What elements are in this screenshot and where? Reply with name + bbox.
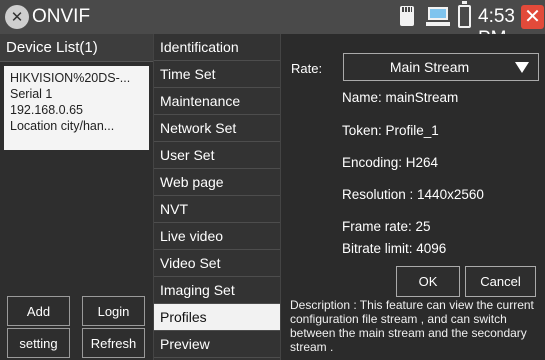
- menu-item-imaging-set[interactable]: Imaging Set: [154, 277, 280, 304]
- ok-button[interactable]: OK: [396, 266, 460, 297]
- menu-item-web-page[interactable]: Web page: [154, 169, 280, 196]
- device-ip: 192.168.0.65: [10, 103, 83, 117]
- menu-item-live-video[interactable]: Live video: [154, 223, 280, 250]
- profile-token: Token: Profile_1: [342, 123, 439, 138]
- function-menu: Identification Time Set Maintenance Netw…: [153, 34, 281, 360]
- device-location: Location city/han...: [10, 119, 115, 133]
- profile-bitrate: Bitrate limit: 4096: [342, 241, 447, 256]
- device-serial: Serial 1: [10, 87, 53, 101]
- login-button[interactable]: Login: [82, 296, 145, 326]
- description-text: Description : This feature can view the …: [290, 298, 534, 354]
- onvif-logo-icon: ✕: [5, 5, 29, 29]
- dropdown-arrow-icon: [515, 61, 529, 73]
- rate-dropdown-value: Main Stream: [389, 59, 470, 75]
- add-button[interactable]: Add: [7, 296, 70, 326]
- profile-frame-rate: Frame rate: 25: [342, 219, 431, 234]
- profile-resolution: Resolution : 1440x2560: [342, 187, 484, 202]
- profile-panel: Rate: Main Stream Name: mainStream Token…: [282, 34, 545, 360]
- menu-item-network-set[interactable]: Network Set: [154, 115, 280, 142]
- refresh-button[interactable]: Refresh: [82, 328, 145, 358]
- profile-encoding: Encoding: H264: [342, 155, 439, 170]
- rate-label: Rate:: [291, 61, 323, 76]
- setting-button[interactable]: setting: [7, 328, 70, 358]
- device-list-panel: Device List(1) HIKVISION%20DS-... Serial…: [0, 34, 153, 360]
- pc-connection-icon: [426, 7, 450, 27]
- sd-card-icon: [400, 6, 414, 26]
- menu-item-nvt[interactable]: NVT: [154, 196, 280, 223]
- close-icon[interactable]: ✕: [521, 5, 544, 29]
- menu-item-identification[interactable]: Identification: [154, 34, 280, 61]
- rate-dropdown[interactable]: Main Stream: [343, 53, 539, 81]
- cancel-button[interactable]: Cancel: [465, 266, 536, 297]
- battery-icon: [458, 1, 471, 28]
- menu-item-time-set[interactable]: Time Set: [154, 61, 280, 88]
- device-list-header: Device List(1): [0, 34, 153, 62]
- menu-item-profiles[interactable]: Profiles: [154, 304, 280, 331]
- status-bar: ✕ ONVIF 4:53 PM: [0, 0, 545, 49]
- profile-name: Name: mainStream: [342, 90, 459, 105]
- menu-item-video-set[interactable]: Video Set: [154, 250, 280, 277]
- device-list-item[interactable]: HIKVISION%20DS-... Serial 1 192.168.0.65…: [4, 66, 149, 150]
- menu-item-user-set[interactable]: User Set: [154, 142, 280, 169]
- app-title: ONVIF: [32, 6, 91, 27]
- device-name: HIKVISION%20DS-...: [10, 71, 131, 85]
- menu-item-maintenance[interactable]: Maintenance: [154, 88, 280, 115]
- menu-item-preview[interactable]: Preview: [154, 331, 280, 358]
